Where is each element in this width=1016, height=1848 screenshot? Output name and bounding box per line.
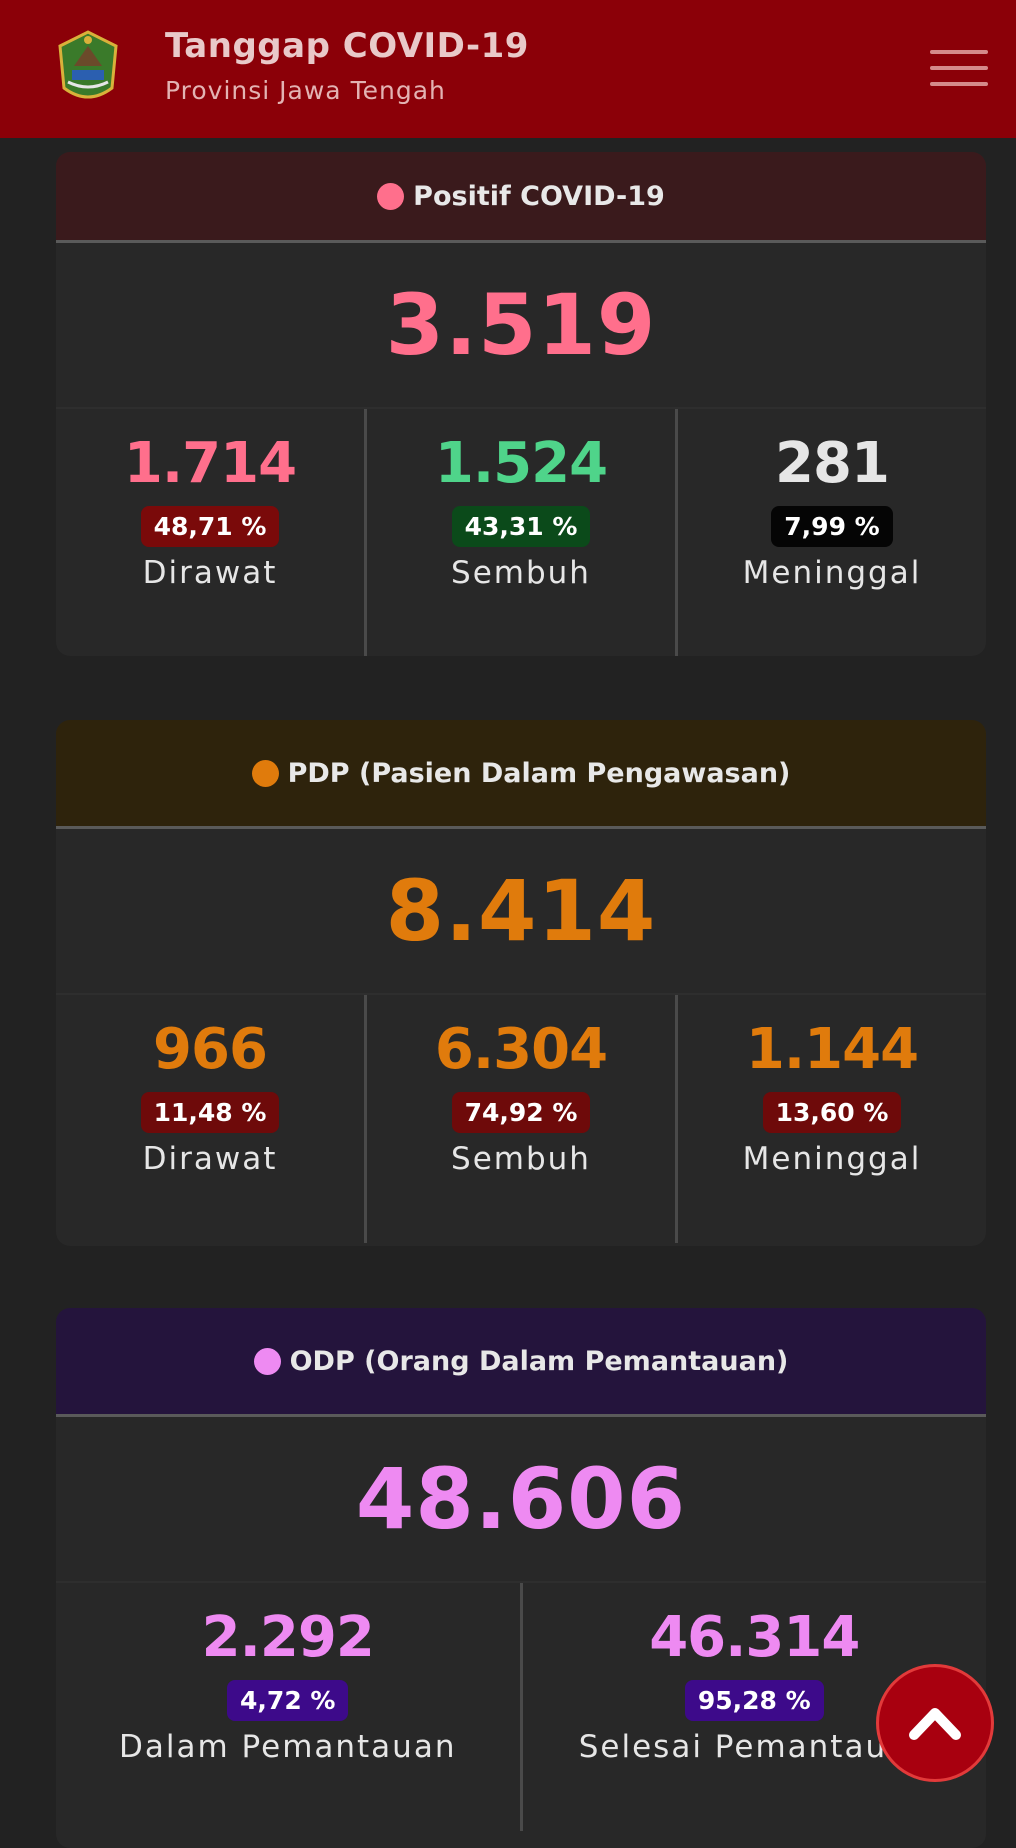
positif-title: Positif COVID-19 bbox=[413, 180, 665, 212]
stat-label: Meninggal bbox=[742, 1141, 922, 1177]
stat-percent-badge: 95,28 % bbox=[684, 1680, 824, 1721]
stat-percent-badge: 74,92 % bbox=[451, 1092, 591, 1133]
positif-sembuh: 1.524 43,31 % Sembuh bbox=[367, 409, 678, 656]
odp-total: 48.606 bbox=[56, 1417, 986, 1583]
positif-dirawat: 1.714 48,71 % Dirawat bbox=[56, 409, 367, 656]
pdp-dot-icon bbox=[251, 759, 279, 787]
stat-percent-badge: 4,72 % bbox=[227, 1680, 349, 1721]
positif-total: 3.519 bbox=[56, 243, 986, 409]
stat-value: 1.144 bbox=[745, 1017, 919, 1082]
pdp-title: PDP (Pasien Dalam Pengawasan) bbox=[287, 757, 791, 789]
pdp-card: PDP (Pasien Dalam Pengawasan) 8.414 966 … bbox=[56, 720, 986, 1246]
stat-label: Dalam Pemantauan bbox=[119, 1729, 457, 1765]
stat-value: 1.714 bbox=[123, 431, 297, 496]
stat-label: Sembuh bbox=[451, 555, 591, 591]
positif-card: Positif COVID-19 3.519 1.714 48,71 % Dir… bbox=[56, 152, 986, 656]
stat-value: 1.524 bbox=[434, 431, 608, 496]
stat-value: 6.304 bbox=[434, 1017, 608, 1082]
stat-value: 281 bbox=[775, 431, 890, 496]
pdp-sembuh: 6.304 74,92 % Sembuh bbox=[367, 995, 678, 1243]
odp-title: ODP (Orang Dalam Pemantauan) bbox=[289, 1345, 789, 1377]
odp-dalam-pemantauan: 2.292 4,72 % Dalam Pemantauan bbox=[56, 1583, 523, 1831]
stat-percent-badge: 48,71 % bbox=[140, 506, 280, 547]
stat-label: Sembuh bbox=[451, 1141, 591, 1177]
hamburger-menu-icon[interactable] bbox=[930, 50, 988, 90]
stat-value: 2.292 bbox=[201, 1605, 375, 1670]
stat-percent-badge: 43,31 % bbox=[451, 506, 591, 547]
positif-dot-icon bbox=[377, 182, 405, 210]
odp-card-header: ODP (Orang Dalam Pemantauan) bbox=[56, 1308, 986, 1417]
stat-value: 966 bbox=[153, 1017, 268, 1082]
stat-label: Meninggal bbox=[742, 555, 922, 591]
stat-label: Dirawat bbox=[142, 555, 278, 591]
stat-percent-badge: 11,48 % bbox=[140, 1092, 280, 1133]
stat-percent-badge: 7,99 % bbox=[771, 506, 893, 547]
pdp-total: 8.414 bbox=[56, 829, 986, 995]
odp-dot-icon bbox=[253, 1347, 281, 1375]
pdp-meninggal: 1.144 13,60 % Meninggal bbox=[678, 995, 986, 1243]
chevron-up-icon bbox=[909, 1708, 961, 1740]
scroll-to-top-button[interactable] bbox=[876, 1664, 994, 1782]
odp-card: ODP (Orang Dalam Pemantauan) 48.606 2.29… bbox=[56, 1308, 986, 1848]
app-subtitle: Provinsi Jawa Tengah bbox=[165, 76, 446, 105]
app-header: Tanggap COVID-19 Provinsi Jawa Tengah bbox=[0, 0, 1016, 138]
positif-card-header: Positif COVID-19 bbox=[56, 152, 986, 243]
stat-value: 46.314 bbox=[649, 1605, 860, 1670]
positif-meninggal: 281 7,99 % Meninggal bbox=[678, 409, 986, 656]
stat-percent-badge: 13,60 % bbox=[762, 1092, 902, 1133]
pdp-card-header: PDP (Pasien Dalam Pengawasan) bbox=[56, 720, 986, 829]
province-emblem-logo bbox=[58, 30, 118, 99]
pdp-dirawat: 966 11,48 % Dirawat bbox=[56, 995, 367, 1243]
app-title: Tanggap COVID-19 bbox=[165, 26, 529, 66]
stat-label: Dirawat bbox=[142, 1141, 278, 1177]
